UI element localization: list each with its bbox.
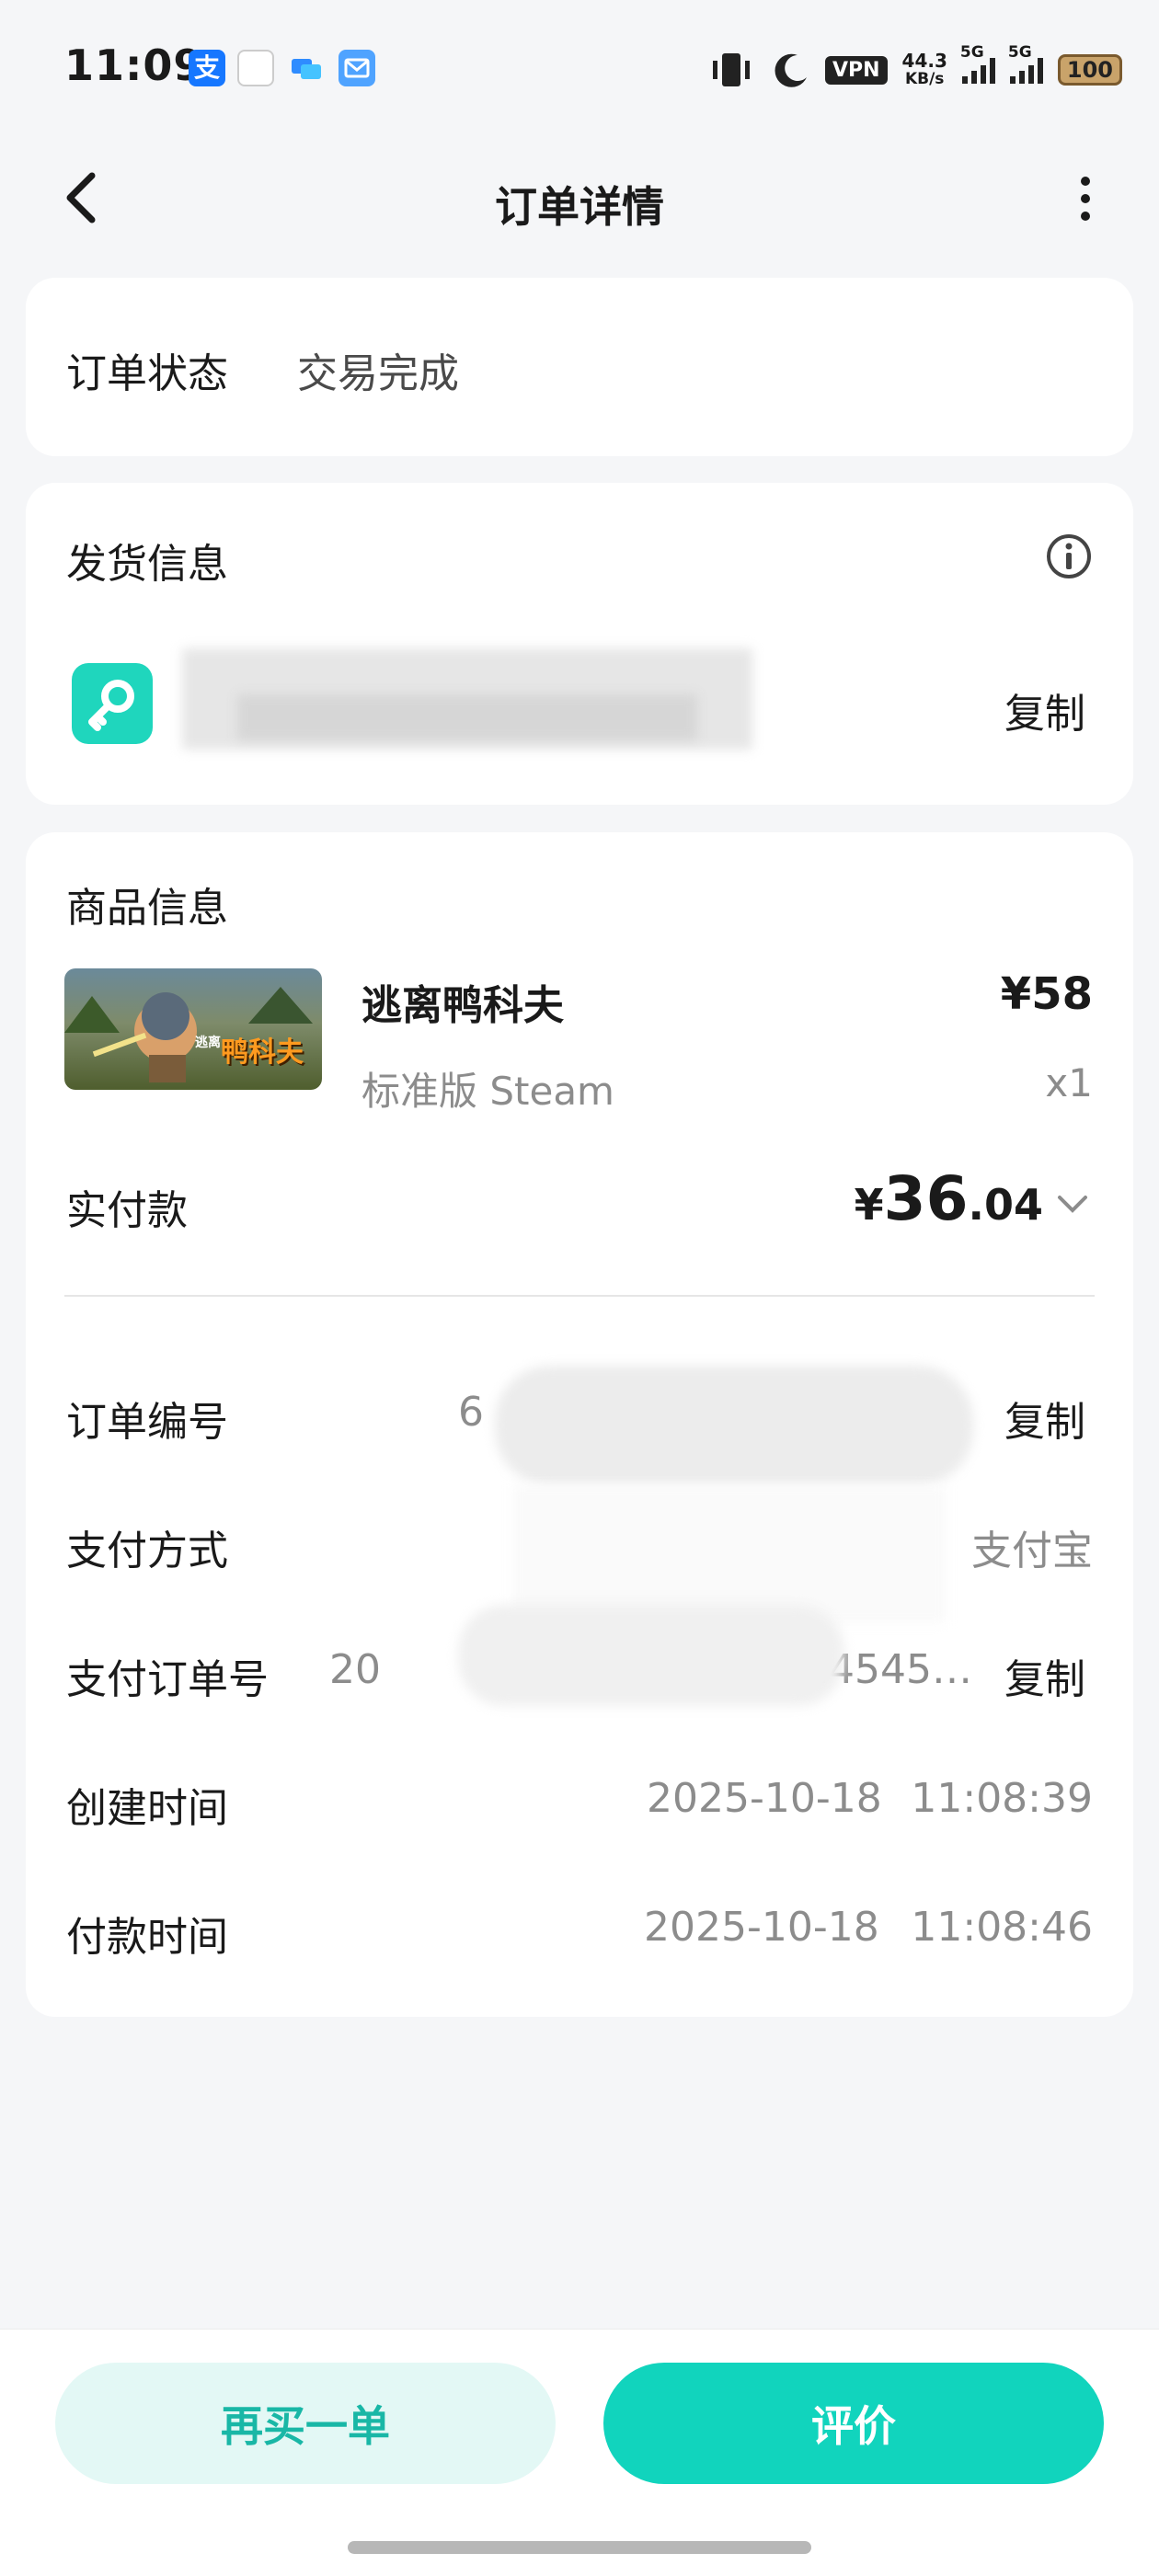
info-icon[interactable] — [1045, 532, 1093, 580]
product-name[interactable]: 逃离鸭科夫 — [361, 972, 564, 1031]
divider — [64, 1295, 1095, 1297]
home-indicator[interactable] — [348, 2541, 811, 2554]
page-title: 订单详情 — [495, 182, 664, 232]
created-time-label: 创建时间 — [66, 1785, 228, 1832]
payment-order-value-start: 20 — [329, 1646, 381, 1693]
rebuy-button[interactable]: 再买一单 — [55, 2363, 556, 2484]
bottom-action-bar: 再买一单 评价 — [0, 2329, 1159, 2576]
status-icons: VPN 44.3 KB/s 5G 5G 100 — [707, 42, 1122, 97]
product-variant: 标准版 Steam — [361, 1069, 614, 1114]
shipping-title: 发货信息 — [66, 541, 228, 588]
order-status-label: 订单状态 — [66, 350, 228, 397]
thumbnail-title: 鸭科夫 — [221, 1036, 304, 1069]
battery-indicator: 100 — [1057, 54, 1122, 86]
copy-payment-order-button[interactable]: 复制 — [1004, 1646, 1085, 1705]
signal-2-icon: 5G — [1008, 43, 1043, 84]
alipay-icon: 支 — [189, 50, 225, 86]
copy-order-number-button[interactable]: 复制 — [1004, 1389, 1085, 1448]
payment-method-label: 支付方式 — [66, 1528, 228, 1574]
thumbnail-prefix: 逃离 — [195, 1036, 221, 1050]
paid-amount-int: 36 — [883, 1163, 969, 1234]
product-card: 商品信息 逃离 鸭科夫 逃离鸭科夫 ¥58 标准版 Steam x1 实付款 ¥… — [26, 832, 1133, 2017]
review-button[interactable]: 评价 — [603, 2363, 1104, 2484]
more-dot-icon — [1081, 212, 1090, 221]
redaction-smear — [458, 1329, 1010, 1724]
paid-time: 11:08:46 — [911, 1904, 1093, 1951]
redacted-key — [182, 639, 752, 759]
more-dot-icon — [1081, 177, 1090, 186]
network-speed: 44.3 KB/s — [901, 50, 947, 88]
order-status-card: 订单状态 交易完成 — [26, 278, 1133, 456]
status-bar: 11:09 支 VPN 44.3 KB/s 5G 5G 100 — [0, 0, 1159, 138]
paid-date: 2025-10-18 — [644, 1904, 879, 1951]
product-price: ¥58 — [1000, 968, 1093, 1020]
vpn-badge: VPN — [824, 55, 888, 85]
copy-key-button[interactable]: 复制 — [1004, 681, 1085, 739]
moon-icon — [775, 53, 807, 87]
app-icon — [237, 50, 274, 86]
key-icon — [72, 663, 153, 744]
more-dot-icon — [1081, 194, 1090, 203]
paid-amount-dec: .04 — [968, 1180, 1044, 1230]
signal-1-icon: 5G — [960, 43, 995, 84]
paid-currency: ¥ — [854, 1180, 884, 1230]
vibrate-icon — [712, 53, 750, 86]
clock: 11:09 — [64, 40, 204, 90]
mail-icon — [339, 50, 375, 86]
cloud-icon — [288, 50, 325, 86]
payment-order-label: 支付订单号 — [66, 1656, 269, 1703]
shipping-card: 发货信息 复制 — [26, 483, 1133, 805]
more-options-button[interactable] — [1067, 166, 1104, 231]
product-quantity: x1 — [1045, 1060, 1093, 1105]
paid-amount[interactable]: ¥ 36 .04 — [855, 1163, 1093, 1234]
product-thumbnail[interactable]: 逃离 鸭科夫 — [64, 968, 322, 1090]
chevron-down-icon — [1058, 1196, 1087, 1213]
order-number-label: 订单编号 — [66, 1399, 228, 1446]
header: 订单详情 — [0, 152, 1159, 244]
order-status-value: 交易完成 — [297, 350, 459, 397]
product-section-title: 商品信息 — [66, 885, 228, 932]
created-date: 2025-10-18 — [647, 1775, 882, 1822]
paid-time-label: 付款时间 — [66, 1914, 228, 1961]
paid-amount-label: 实付款 — [66, 1187, 188, 1234]
created-time: 11:08:39 — [911, 1775, 1093, 1822]
